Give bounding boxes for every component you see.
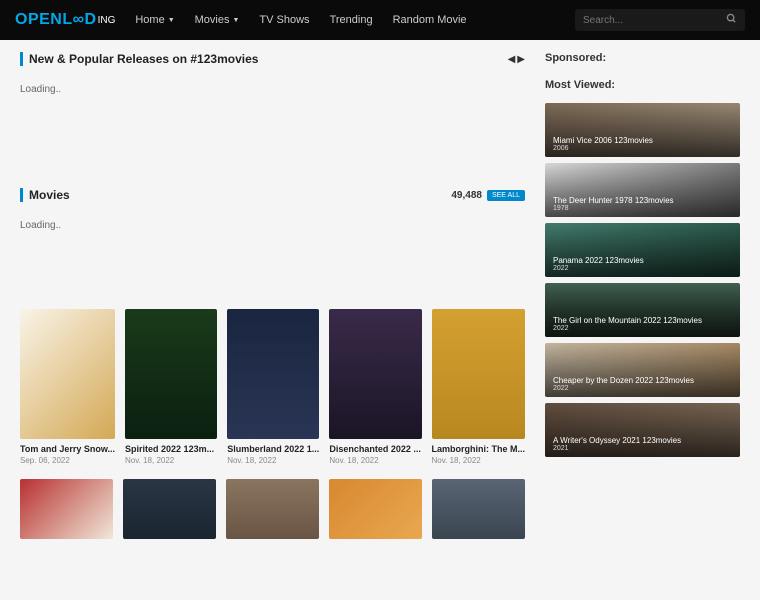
movie-poster (20, 479, 113, 539)
movie-poster (432, 479, 525, 539)
main-content: New & Popular Releases on #123movies ◀ ▶… (20, 52, 525, 554)
nav-home-label: Home (135, 14, 164, 26)
movie-card[interactable]: Tom and Jerry Snow... Sep. 06, 2022 (20, 309, 115, 465)
movie-grid: Tom and Jerry Snow... Sep. 06, 2022 Spir… (20, 309, 525, 465)
search-box (575, 9, 745, 31)
movie-date: Nov. 18, 2022 (329, 456, 421, 465)
chevron-down-icon: ▼ (232, 17, 239, 24)
see-all-button[interactable]: SEE ALL (487, 190, 525, 201)
movie-card[interactable]: Lamborghini: The M... Nov. 18, 2022 (432, 309, 526, 465)
movie-grid-partial (20, 479, 525, 539)
mv-year: 2022 (553, 325, 732, 332)
count-badge: 49,488 SEE ALL (451, 190, 525, 201)
movie-card[interactable]: Disenchanted 2022 ... Nov. 18, 2022 (329, 309, 421, 465)
list-item[interactable]: Cheaper by the Dozen 2022 123movies 2022 (545, 343, 740, 397)
section-header: New & Popular Releases on #123movies ◀ ▶ (20, 52, 525, 66)
movie-date: Sep. 06, 2022 (20, 456, 115, 465)
nav-random-label: Random Movie (393, 14, 467, 26)
list-item[interactable]: Miami Vice 2006 123movies 2006 (545, 103, 740, 157)
mv-title: A Writer's Odyssey 2021 123movies (553, 436, 732, 445)
main-nav: Home ▼ Movies ▼ TV Shows Trending Random… (135, 14, 575, 26)
movie-title: Lamborghini: The M... (432, 444, 526, 454)
movie-poster (227, 309, 319, 439)
mv-year: 2022 (553, 385, 732, 392)
carousel-nav: ◀ ▶ (508, 54, 525, 65)
logo[interactable]: OPENL∞D ing (15, 11, 115, 29)
movie-title: Slumberland 2022 1... (227, 444, 319, 454)
section-title-wrap: Movies (20, 188, 70, 202)
mv-year: 2021 (553, 445, 732, 452)
movie-date: Nov. 18, 2022 (125, 456, 217, 465)
search-icon[interactable] (726, 13, 737, 27)
movies-section: Movies 49,488 SEE ALL Loading.. Tom and … (20, 188, 525, 539)
mv-title: Cheaper by the Dozen 2022 123movies (553, 376, 732, 385)
mv-year: 1978 (553, 205, 732, 212)
accent-bar (20, 52, 23, 66)
sidebar: Sponsored: Most Viewed: Miami Vice 2006 … (545, 52, 740, 554)
list-item[interactable]: A Writer's Odyssey 2021 123movies 2021 (545, 403, 740, 457)
movie-card[interactable]: Slumberland 2022 1... Nov. 18, 2022 (227, 309, 319, 465)
movie-poster (432, 309, 526, 439)
movies-count: 49,488 (451, 190, 482, 201)
movie-card[interactable] (123, 479, 216, 539)
movies-title: Movies (29, 188, 70, 202)
sponsored-heading: Sponsored: (545, 52, 740, 64)
most-viewed-heading: Most Viewed: (545, 79, 740, 91)
prev-arrow-icon[interactable]: ◀ (508, 54, 516, 65)
loading-text: Loading.. (20, 212, 525, 239)
search-input[interactable] (583, 15, 726, 26)
accent-bar (20, 188, 23, 202)
list-item[interactable]: The Girl on the Mountain 2022 123movies … (545, 283, 740, 337)
movie-poster (125, 309, 217, 439)
section-title-wrap: New & Popular Releases on #123movies (20, 52, 258, 66)
nav-trending[interactable]: Trending (330, 14, 373, 26)
movie-poster (226, 479, 319, 539)
container: New & Popular Releases on #123movies ◀ ▶… (0, 40, 760, 566)
movie-title: Tom and Jerry Snow... (20, 444, 115, 454)
nav-tvshows[interactable]: TV Shows (259, 14, 309, 26)
mv-year: 2006 (553, 145, 732, 152)
loading-text: Loading.. (20, 76, 525, 103)
section-header: Movies 49,488 SEE ALL (20, 188, 525, 202)
mv-title: Panama 2022 123movies (553, 256, 732, 265)
nav-movies-label: Movies (195, 14, 230, 26)
nav-home[interactable]: Home ▼ (135, 14, 174, 26)
nav-trending-label: Trending (330, 14, 373, 26)
movie-poster (20, 309, 115, 439)
movie-poster (329, 479, 422, 539)
movie-card[interactable] (432, 479, 525, 539)
nav-tvshows-label: TV Shows (259, 14, 309, 26)
movie-card[interactable] (329, 479, 422, 539)
most-viewed-list: Miami Vice 2006 123movies 2006 The Deer … (545, 103, 740, 457)
mv-title: The Girl on the Mountain 2022 123movies (553, 316, 732, 325)
most-viewed-section: Most Viewed: Miami Vice 2006 123movies 2… (545, 79, 740, 457)
mv-title: Miami Vice 2006 123movies (553, 136, 732, 145)
new-popular-section: New & Popular Releases on #123movies ◀ ▶… (20, 52, 525, 103)
mv-year: 2022 (553, 265, 732, 272)
next-arrow-icon[interactable]: ▶ (517, 54, 525, 65)
movie-card[interactable]: Spirited 2022 123m... Nov. 18, 2022 (125, 309, 217, 465)
movie-poster (329, 309, 421, 439)
list-item[interactable]: Panama 2022 123movies 2022 (545, 223, 740, 277)
movie-date: Nov. 18, 2022 (227, 456, 319, 465)
movie-title: Spirited 2022 123m... (125, 444, 217, 454)
new-popular-title: New & Popular Releases on #123movies (29, 52, 258, 66)
header: OPENL∞D ing Home ▼ Movies ▼ TV Shows Tre… (0, 0, 760, 40)
nav-random[interactable]: Random Movie (393, 14, 467, 26)
nav-movies[interactable]: Movies ▼ (195, 14, 240, 26)
movie-card[interactable] (20, 479, 113, 539)
chevron-down-icon: ▼ (168, 17, 175, 24)
list-item[interactable]: The Deer Hunter 1978 123movies 1978 (545, 163, 740, 217)
logo-sub: ing (98, 15, 116, 26)
mv-title: The Deer Hunter 1978 123movies (553, 196, 732, 205)
movie-date: Nov. 18, 2022 (432, 456, 526, 465)
movie-card[interactable] (226, 479, 319, 539)
movie-poster (123, 479, 216, 539)
logo-main: OPENL∞D (15, 11, 97, 29)
sponsored-section: Sponsored: (545, 52, 740, 64)
movie-title: Disenchanted 2022 ... (329, 444, 421, 454)
